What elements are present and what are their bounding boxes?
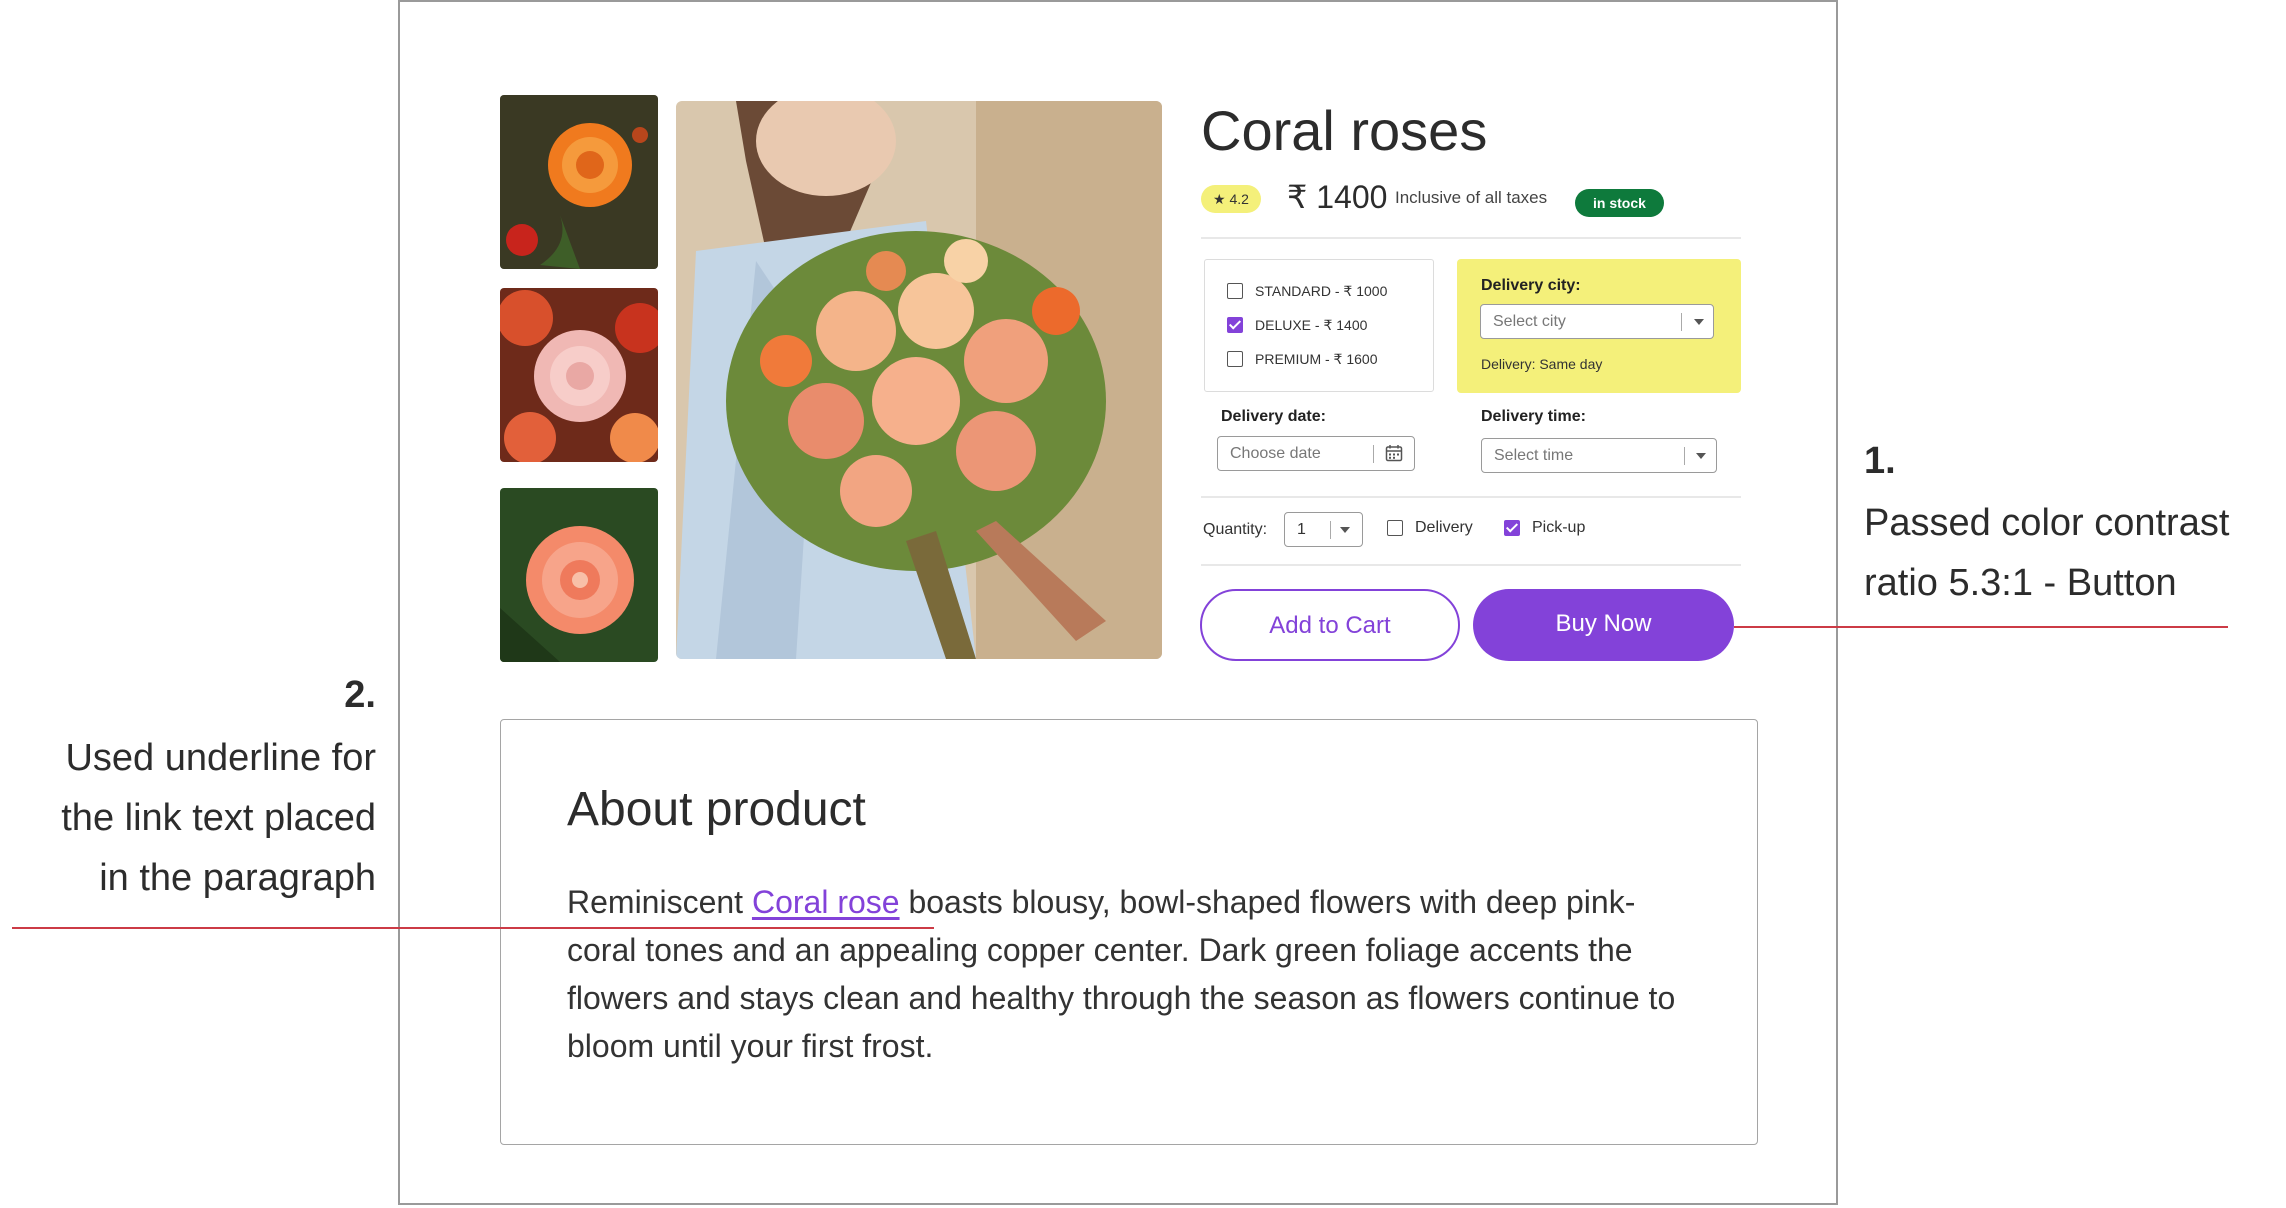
checkbox-icon[interactable] — [1227, 351, 1243, 367]
pickup-checkbox[interactable]: Pick-up — [1504, 519, 1585, 537]
rating-value: ★ 4.2 — [1213, 191, 1249, 207]
city-select[interactable]: Select city — [1480, 304, 1714, 339]
quantity-select[interactable]: 1 — [1284, 512, 1363, 547]
option-premium[interactable]: PREMIUM - ₹ 1600 — [1227, 350, 1378, 368]
product-price: ₹ 1400 — [1287, 179, 1388, 215]
about-product-card: About product Reminiscent Coral rose boa… — [500, 719, 1758, 1145]
annotation-1-number: 1. — [1864, 440, 1896, 482]
thumbnail-orange-rose[interactable] — [500, 95, 658, 269]
product-title: Coral roses — [1201, 99, 1488, 162]
pickup-label: Pick-up — [1532, 519, 1586, 536]
checkbox-icon[interactable] — [1387, 520, 1403, 536]
checkbox-checked-icon[interactable] — [1504, 520, 1520, 536]
select-separator — [1330, 521, 1331, 539]
delivery-time-label: Delivery time: — [1481, 408, 1586, 425]
about-paragraph: Reminiscent Coral rose boasts blousy, bo… — [567, 878, 1687, 1070]
package-options: STANDARD - ₹ 1000 DELUXE - ₹ 1400 PREMIU… — [1204, 259, 1434, 392]
about-text-start: Reminiscent — [567, 884, 752, 920]
time-placeholder: Select time — [1494, 447, 1574, 464]
annotation-1-line-1: Passed color contrast — [1864, 502, 2230, 544]
option-label: DELUXE - ₹ 1400 — [1255, 316, 1368, 333]
main-product-photo — [676, 101, 1162, 659]
annotation-2-pointer-line — [12, 927, 934, 929]
delivery-label: Delivery — [1415, 519, 1473, 536]
divider — [1201, 237, 1741, 239]
city-select-placeholder: Select city — [1493, 313, 1566, 330]
add-to-cart-button[interactable]: Add to Cart — [1200, 589, 1460, 661]
select-separator — [1373, 445, 1374, 463]
divider — [1201, 564, 1741, 566]
checkbox-checked-icon[interactable] — [1227, 317, 1243, 333]
annotation-2-line-3: in the paragraph — [99, 857, 376, 899]
thumbnail-pink-rose[interactable] — [500, 288, 658, 462]
time-select[interactable]: Select time — [1481, 438, 1717, 473]
option-label: PREMIUM - ₹ 1600 — [1255, 350, 1378, 367]
annotation-2-line-1: Used underline for — [65, 737, 376, 779]
divider — [1201, 496, 1741, 498]
coral-rose-link[interactable]: Coral rose — [752, 884, 900, 920]
delivery-checkbox[interactable]: Delivery — [1387, 519, 1473, 537]
thumbnail-coral-rose[interactable] — [500, 488, 658, 662]
delivery-date-label: Delivery date: — [1221, 408, 1326, 425]
rating-badge: ★ 4.2 — [1201, 185, 1261, 213]
checkbox-icon[interactable] — [1227, 283, 1243, 299]
option-deluxe[interactable]: DELUXE - ₹ 1400 — [1227, 316, 1367, 334]
chevron-down-icon — [1340, 527, 1350, 533]
delivery-city-label: Delivery city: — [1481, 277, 1581, 294]
delivery-speed-note: Delivery: Same day — [1481, 356, 1603, 372]
annotation-2-number: 2. — [344, 674, 376, 716]
calendar-icon[interactable] — [1385, 444, 1403, 462]
select-separator — [1681, 313, 1682, 331]
rose-image — [500, 488, 658, 662]
chevron-down-icon — [1696, 453, 1706, 459]
about-title: About product — [567, 783, 866, 836]
rose-image — [500, 288, 658, 462]
annotation-1-line-2: ratio 5.3:1 - Button — [1864, 562, 2177, 604]
delivery-city-panel: Delivery city: Select city Delivery: Sam… — [1457, 259, 1741, 393]
date-placeholder: Choose date — [1230, 445, 1321, 462]
chevron-down-icon — [1694, 319, 1704, 325]
quantity-value: 1 — [1297, 521, 1306, 538]
annotation-1-pointer-line — [1734, 626, 2228, 628]
option-label: STANDARD - ₹ 1000 — [1255, 282, 1388, 299]
annotation-2-line-2: the link text placed — [61, 797, 376, 839]
tax-note: Inclusive of all taxes — [1395, 188, 1548, 207]
quantity-label: Quantity: — [1203, 521, 1268, 538]
stock-badge: in stock — [1575, 189, 1664, 217]
select-separator — [1684, 447, 1685, 465]
rose-image — [500, 95, 658, 269]
buy-now-button[interactable]: Buy Now — [1473, 589, 1734, 661]
bouquet-image — [676, 101, 1162, 659]
option-standard[interactable]: STANDARD - ₹ 1000 — [1227, 282, 1387, 300]
date-picker[interactable]: Choose date — [1217, 436, 1415, 471]
